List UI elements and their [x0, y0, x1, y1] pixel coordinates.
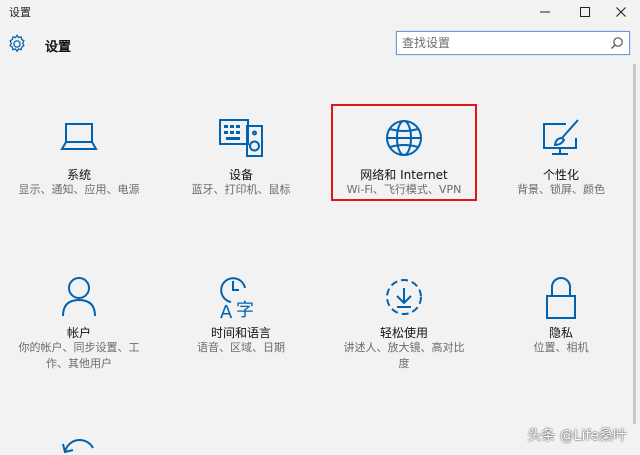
- tile-personalization[interactable]: 个性化 背景、锁屏、颜色: [486, 118, 636, 198]
- settings-header: 设置: [0, 24, 640, 64]
- minimize-button[interactable]: [526, 0, 564, 24]
- tile-description: 你的帐户、同步设置、工作、其他用户: [18, 341, 140, 370]
- update-refresh-icon: [62, 438, 94, 454]
- laptop-icon: [60, 123, 98, 150]
- search-icon[interactable]: [610, 36, 624, 50]
- search-input[interactable]: [402, 34, 602, 52]
- tile-description: 语音、区域、日期: [197, 341, 285, 354]
- close-button[interactable]: [602, 0, 640, 24]
- person-icon: [62, 277, 96, 317]
- tile-label: 帐户: [66, 326, 91, 340]
- close-icon: [616, 7, 626, 17]
- keyboard-speaker-icon: [219, 119, 263, 157]
- tile-label: 时间和语言: [210, 326, 271, 340]
- title-bar: 设置: [0, 0, 640, 24]
- lock-icon: [546, 277, 576, 319]
- tile-ease-of-access[interactable]: 轻松使用 讲述人、放大镜、高对比度: [329, 276, 479, 376]
- minimize-icon: [540, 11, 550, 13]
- highlight-box: [331, 104, 477, 201]
- tile-privacy[interactable]: 隐私 位置、相机: [486, 276, 636, 356]
- gear-icon: [9, 34, 25, 53]
- tile-description: 位置、相机: [533, 341, 589, 354]
- tile-accounts[interactable]: 帐户 你的帐户、同步设置、工作、其他用户: [4, 276, 154, 376]
- tile-time-language[interactable]: A 字 时间和语言 语音、区域、日期: [166, 276, 316, 366]
- clock-language-icon: A 字: [220, 277, 254, 320]
- ease-of-access-icon: [386, 279, 422, 315]
- page-title: 设置: [45, 40, 72, 55]
- tile-description: 讲述人、放大镜、高对比度: [343, 341, 465, 370]
- svg-text:字: 字: [236, 300, 254, 320]
- tile-description: 背景、锁屏、颜色: [517, 183, 605, 196]
- tile-description: 蓝牙、打印机、鼠标: [191, 183, 291, 196]
- tile-system[interactable]: 系统 显示、通知、应用、电源: [4, 118, 154, 218]
- window-title: 设置: [9, 6, 31, 19]
- tile-update-security[interactable]: [4, 432, 154, 455]
- tile-label: 设备: [228, 168, 253, 182]
- tile-label: 隐私: [548, 326, 573, 340]
- svg-text:A: A: [220, 302, 233, 320]
- maximize-button[interactable]: [566, 0, 604, 24]
- paintbrush-monitor-icon: [543, 119, 579, 155]
- tile-devices[interactable]: 设备 蓝牙、打印机、鼠标: [166, 118, 316, 208]
- search-box[interactable]: [396, 31, 630, 55]
- tile-description: 显示、通知、应用、电源: [18, 183, 140, 196]
- maximize-icon: [580, 7, 590, 17]
- tile-label: 个性化: [542, 168, 579, 182]
- tile-label: 轻松使用: [379, 326, 428, 340]
- watermark: 头条 @Life桑叶: [527, 428, 627, 444]
- tile-label: 系统: [66, 168, 91, 182]
